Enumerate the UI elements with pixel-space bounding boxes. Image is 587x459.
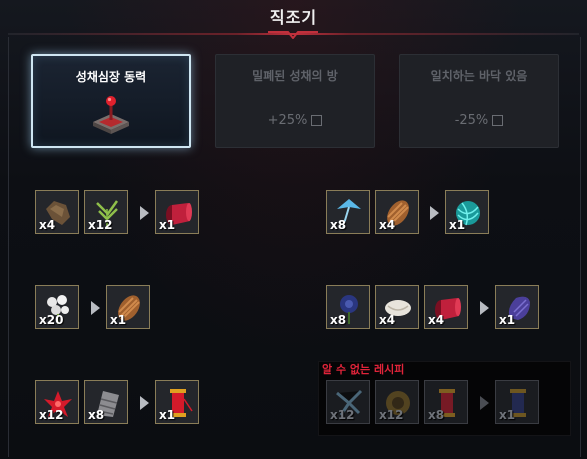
output-slot[interactable]: x1 [445,190,489,234]
ingredient-slot[interactable]: x8 [326,190,370,234]
tab-bonus: +25% [216,113,374,128]
tab-sealed-citadel-room[interactable]: 밀폐된 성채의 방 +25% [215,54,375,148]
tab-label: 밀폐된 성채의 방 [252,69,338,83]
tab-label: 성채심장 동력 [75,70,147,84]
tab-bonus: -25% [400,113,558,128]
ingredient-slot: x12 [375,380,419,424]
tab-label: 일치하는 바닥 있음 [430,69,528,83]
unknown-recipe-label: 알 수 없는 레시피 [322,363,405,376]
arrow-icon [140,206,149,220]
ingredient-slot[interactable]: x4 [35,190,79,234]
altar-lever-icon [93,96,129,134]
arrow-icon [91,301,100,315]
ingredient-slot[interactable]: x20 [35,285,79,329]
arrow-icon [480,301,489,315]
ingredient-slot[interactable]: x12 [35,380,79,424]
ingredient-slot[interactable]: x12 [84,190,128,234]
ingredient-slot[interactable]: x8 [326,285,370,329]
output-slot[interactable]: x1 [106,285,150,329]
tab-citadel-heart-power[interactable]: 성채심장 동력 [31,54,191,148]
output-slot[interactable]: x1 [155,380,199,424]
arrow-icon [140,396,149,410]
arrow-icon [480,396,489,410]
ingredient-slot[interactable]: x8 [84,380,128,424]
ingredient-slot: x8 [424,380,468,424]
coin-stack-icon [492,115,504,126]
ingredient-slot[interactable]: x4 [375,190,419,234]
output-slot[interactable]: x1 [155,190,199,234]
tab-matching-floor[interactable]: 일치하는 바닥 있음 -25% [399,54,559,148]
hourglass-icon [311,115,323,126]
ingredient-slot[interactable]: x4 [375,285,419,329]
window-title: 직조기 [269,8,318,27]
ingredient-slot: x12 [326,380,370,424]
crafting-window: 직조기 성채심장 동력 밀폐된 성채의 방 +25% 일치하는 바닥 있음 -2… [0,0,587,459]
output-slot: x1 [495,380,539,424]
arrow-icon [430,206,439,220]
ingredient-slot[interactable]: x4 [424,285,468,329]
output-slot[interactable]: x1 [495,285,539,329]
